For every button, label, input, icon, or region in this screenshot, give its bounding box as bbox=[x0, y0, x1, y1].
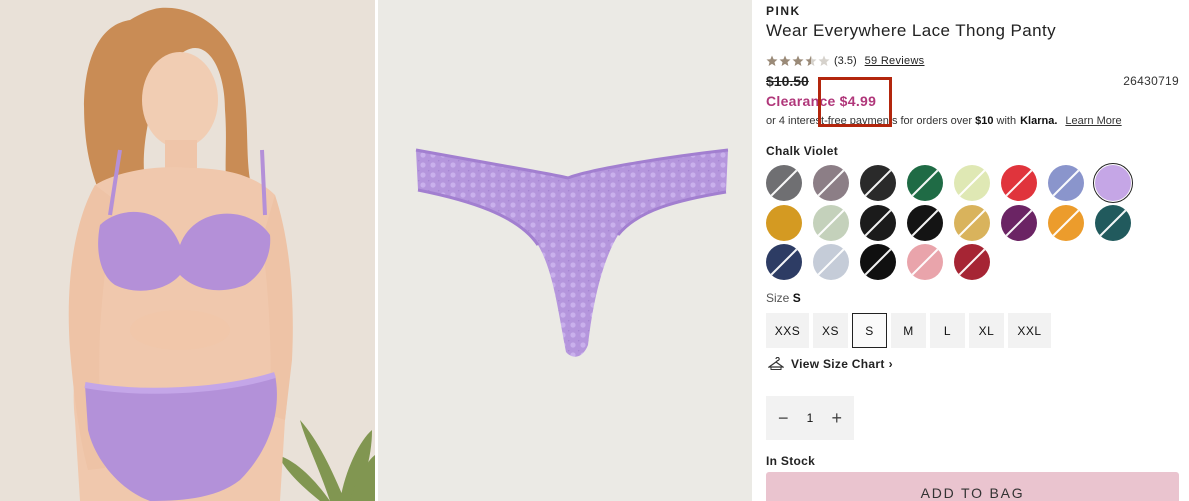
unavailable-slash-icon bbox=[861, 166, 895, 200]
size-xs-button[interactable]: XS bbox=[813, 313, 848, 348]
quantity-stepper: − 1 + bbox=[766, 396, 854, 440]
quantity-decrease-button[interactable]: − bbox=[778, 409, 789, 427]
color-swatch-red[interactable] bbox=[1001, 165, 1037, 201]
unavailable-slash-icon bbox=[908, 245, 942, 279]
color-swatch-mustard[interactable] bbox=[766, 204, 802, 241]
clearance-price: Clearance $4.99 bbox=[766, 93, 876, 109]
star-empty-icon bbox=[818, 55, 830, 66]
unavailable-slash-icon bbox=[1002, 205, 1036, 240]
size-xxs-button[interactable]: XXS bbox=[766, 313, 809, 348]
view-size-chart-link[interactable]: View Size Chart › bbox=[768, 357, 893, 371]
unavailable-slash-icon bbox=[1096, 205, 1130, 240]
rating-stars bbox=[766, 55, 830, 67]
size-xxl-button[interactable]: XXL bbox=[1008, 313, 1051, 348]
color-swatch-jet-black[interactable] bbox=[860, 244, 896, 280]
size-label: Size S bbox=[766, 291, 801, 305]
selected-color-name: Chalk Violet bbox=[766, 144, 839, 158]
add-to-bag-button[interactable]: ADD TO BAG bbox=[766, 472, 1179, 501]
color-swatch-black[interactable] bbox=[907, 204, 943, 241]
unavailable-slash-icon bbox=[1002, 166, 1036, 200]
rating-value: (3.5) bbox=[834, 55, 857, 67]
color-swatch-plum[interactable] bbox=[1001, 204, 1037, 241]
reviews-link[interactable]: 59 Reviews bbox=[865, 55, 925, 67]
stock-status: In Stock bbox=[766, 454, 816, 468]
clearance-label: Clearance bbox=[766, 93, 836, 109]
product-title: Wear Everywhere Lace Thong Panty bbox=[766, 21, 1056, 40]
color-swatch-periwinkle[interactable] bbox=[1048, 165, 1084, 201]
klarna-message: or 4 interest-free payments for orders o… bbox=[766, 115, 1122, 127]
color-swatch-sage[interactable] bbox=[813, 204, 849, 241]
star-full-icon bbox=[766, 55, 778, 66]
color-swatch-black-floral[interactable] bbox=[860, 165, 896, 201]
product-info-panel: PINK Wear Everywhere Lace Thong Panty (3… bbox=[766, 0, 1179, 501]
quantity-increase-button[interactable]: + bbox=[831, 409, 842, 427]
size-l-button[interactable]: L bbox=[930, 313, 965, 348]
color-swatch-lime-cream[interactable] bbox=[954, 165, 990, 201]
unavailable-slash-icon bbox=[955, 205, 989, 240]
klarna-logo: Klarna. bbox=[1020, 115, 1058, 127]
unavailable-slash-icon bbox=[861, 205, 895, 240]
unavailable-slash-icon bbox=[908, 166, 942, 200]
clearance-amount: $4.99 bbox=[839, 93, 877, 109]
sku-number: 26430719 bbox=[1123, 74, 1179, 88]
klarna-learn-more-link[interactable]: Learn More bbox=[1065, 115, 1121, 127]
star-full-icon bbox=[779, 55, 791, 66]
color-swatch-gray-lace-print[interactable] bbox=[766, 165, 802, 201]
color-swatch-light-blue-gray[interactable] bbox=[813, 244, 849, 280]
unavailable-slash-icon bbox=[955, 166, 989, 200]
klarna-threshold: $10 bbox=[975, 115, 994, 127]
size-xl-button[interactable]: XL bbox=[969, 313, 1004, 348]
unavailable-slash-icon bbox=[955, 245, 989, 279]
color-swatch-black-gold-print[interactable] bbox=[860, 204, 896, 241]
color-swatch-crimson[interactable] bbox=[954, 244, 990, 280]
star-full-icon bbox=[792, 55, 804, 66]
unavailable-slash-icon bbox=[1049, 205, 1083, 240]
unavailable-slash-icon bbox=[1049, 166, 1083, 200]
color-swatch-chalk-violet[interactable] bbox=[1095, 165, 1131, 201]
color-swatch-gold[interactable] bbox=[954, 204, 990, 241]
star-half-icon bbox=[805, 55, 817, 66]
size-options: XXS XS S M L XL XXL bbox=[766, 313, 1051, 348]
unavailable-slash-icon bbox=[814, 205, 848, 240]
color-swatch-teal[interactable] bbox=[1095, 204, 1131, 241]
size-m-button[interactable]: M bbox=[891, 313, 926, 348]
color-swatch-light-pink[interactable] bbox=[907, 244, 943, 280]
color-swatch-orange[interactable] bbox=[1048, 204, 1084, 241]
unavailable-slash-icon bbox=[814, 166, 848, 200]
color-swatch-mauve-gray-print[interactable] bbox=[813, 165, 849, 201]
rating-row: (3.5) 59 Reviews bbox=[766, 53, 924, 69]
original-price: $10.50 bbox=[766, 73, 809, 89]
color-swatch-navy-print[interactable] bbox=[766, 244, 802, 280]
size-selected: S bbox=[792, 291, 801, 305]
size-chart-label: View Size Chart bbox=[791, 357, 885, 371]
size-label-text: Size bbox=[766, 291, 790, 305]
unavailable-slash-icon bbox=[908, 205, 942, 240]
model-image bbox=[0, 0, 375, 501]
brand-name: PINK bbox=[766, 4, 801, 18]
chevron-right-icon: › bbox=[888, 357, 893, 371]
klarna-with: with bbox=[996, 115, 1017, 127]
size-s-button[interactable]: S bbox=[852, 313, 887, 348]
unavailable-slash-icon bbox=[861, 245, 895, 279]
product-image bbox=[378, 0, 752, 501]
color-swatch-forest-green[interactable] bbox=[907, 165, 943, 201]
unavailable-slash-icon bbox=[814, 245, 848, 279]
unavailable-slash-icon bbox=[767, 166, 801, 200]
hanger-icon bbox=[768, 357, 784, 370]
klarna-text: or 4 interest-free payments for orders o… bbox=[766, 115, 973, 127]
quantity-value: 1 bbox=[806, 411, 814, 425]
unavailable-slash-icon bbox=[767, 245, 801, 279]
